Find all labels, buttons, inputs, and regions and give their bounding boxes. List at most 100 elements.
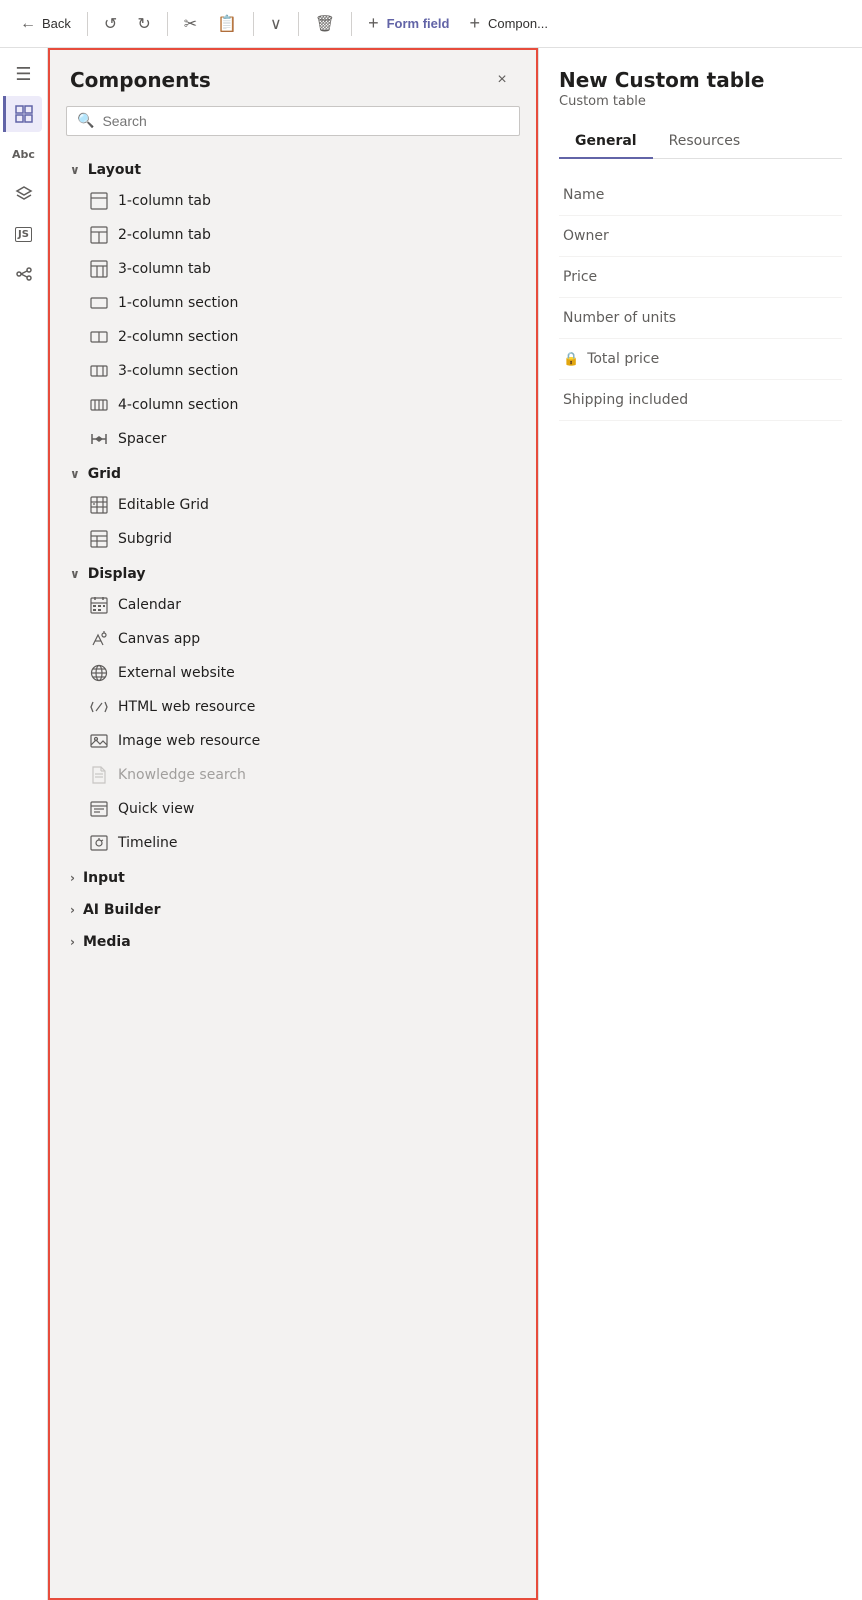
total-price-label: Total price [587, 351, 659, 367]
field-shipping-included: Shipping included [559, 380, 842, 421]
close-icon: × [497, 71, 506, 89]
knowledge-search-icon [90, 766, 108, 784]
toolbar: ← Back ↺ ↻ ✂ 📋 ∨ 🗑 + Form field + Compon… [0, 0, 862, 48]
item-2-column-section[interactable]: 2-column section [58, 320, 528, 354]
undo-icon: ↺ [104, 14, 117, 34]
abc-icon: Abc [12, 148, 35, 161]
dropdown-button[interactable]: ∨ [262, 10, 290, 38]
component-button[interactable]: + Compon... [461, 9, 556, 38]
section-aibuilder-label: AI Builder [83, 902, 161, 918]
grid-icon [15, 105, 33, 123]
quick-view-icon [90, 800, 108, 818]
chevron-down-layout-icon: ∨ [70, 163, 80, 177]
sidebar-grid-view[interactable] [3, 96, 42, 132]
section-layout-header[interactable]: ∨ Layout [58, 152, 528, 184]
plus-icon-1: + [368, 13, 379, 34]
calendar-icon [90, 596, 108, 614]
paste-icon: 📋 [217, 14, 237, 34]
calendar-label: Calendar [118, 597, 181, 613]
chevron-down-icon: ∨ [270, 14, 282, 34]
4-column-section-icon [90, 396, 108, 414]
2-column-tab-icon [90, 226, 108, 244]
delete-icon: 🗑 [315, 14, 335, 34]
chevron-right-input-icon: › [70, 871, 75, 885]
hamburger-icon: ☰ [15, 64, 31, 85]
sidebar-code[interactable]: JS [6, 216, 42, 252]
search-icon: 🔍 [77, 113, 94, 129]
number-of-units-label: Number of units [563, 310, 676, 326]
components-title: Components [70, 68, 211, 92]
item-knowledge-search: Knowledge search [58, 758, 528, 792]
back-button[interactable]: ← Back [12, 11, 79, 37]
redo-button[interactable]: ↻ [129, 10, 158, 38]
editable-grid-icon [90, 496, 108, 514]
item-external-website[interactable]: External website [58, 656, 528, 690]
image-web-resource-label: Image web resource [118, 733, 260, 749]
item-spacer[interactable]: Spacer [58, 422, 528, 456]
3-column-section-icon [90, 362, 108, 380]
delete-button[interactable]: 🗑 [307, 10, 343, 38]
section-input-header[interactable]: › Input [58, 860, 528, 892]
item-canvas-app[interactable]: Canvas app [58, 622, 528, 656]
item-calendar[interactable]: Calendar [58, 588, 528, 622]
section-layout-label: Layout [88, 162, 141, 178]
cut-icon: ✂ [184, 14, 197, 34]
section-display-header[interactable]: ∨ Display [58, 556, 528, 588]
item-quick-view[interactable]: Quick view [58, 792, 528, 826]
separator-1 [87, 12, 88, 36]
left-sidebar: ☰ Abc JS [0, 48, 48, 1600]
editable-grid-label: Editable Grid [118, 497, 209, 513]
tab-general[interactable]: General [559, 125, 653, 159]
subgrid-icon [90, 530, 108, 548]
search-box[interactable]: 🔍 [66, 106, 520, 136]
separator-5 [351, 12, 352, 36]
cut-button[interactable]: ✂ [176, 10, 205, 38]
item-4-column-section[interactable]: 4-column section [58, 388, 528, 422]
redo-icon: ↻ [137, 14, 150, 34]
back-label: Back [42, 16, 71, 31]
item-editable-grid[interactable]: Editable Grid [58, 488, 528, 522]
shipping-included-label: Shipping included [563, 392, 688, 408]
item-subgrid[interactable]: Subgrid [58, 522, 528, 556]
item-1-column-tab[interactable]: 1-column tab [58, 184, 528, 218]
html-icon [90, 698, 108, 716]
section-aibuilder-header[interactable]: › AI Builder [58, 892, 528, 924]
paste-button[interactable]: 📋 [209, 10, 245, 38]
canvas-app-label: Canvas app [118, 631, 200, 647]
item-image-web-resource[interactable]: Image web resource [58, 724, 528, 758]
undo-button[interactable]: ↺ [96, 10, 125, 38]
right-panel: New Custom table Custom table General Re… [538, 48, 862, 1600]
close-button[interactable]: × [488, 66, 516, 94]
section-media-header[interactable]: › Media [58, 924, 528, 956]
2-column-section-icon [90, 328, 108, 346]
1-column-tab-icon [90, 192, 108, 210]
section-grid-header[interactable]: ∨ Grid [58, 456, 528, 488]
form-field-button[interactable]: + Form field [360, 9, 457, 38]
panel-subtitle: Custom table [559, 94, 842, 109]
tab-resources[interactable]: Resources [653, 125, 757, 159]
spacer-icon [90, 430, 108, 448]
timeline-label: Timeline [118, 835, 178, 851]
sidebar-menu-icon[interactable]: ☰ [6, 56, 42, 92]
section-media-label: Media [83, 934, 131, 950]
js-icon: JS [15, 227, 32, 242]
sidebar-layers[interactable] [6, 176, 42, 212]
item-html-web-resource[interactable]: HTML web resource [58, 690, 528, 724]
component-label: Compon... [488, 16, 548, 31]
item-3-column-tab[interactable]: 3-column tab [58, 252, 528, 286]
item-3-column-section[interactable]: 3-column section [58, 354, 528, 388]
chevron-down-display-icon: ∨ [70, 567, 80, 581]
sidebar-connector[interactable] [6, 256, 42, 292]
sidebar-text-field[interactable]: Abc [6, 136, 42, 172]
item-timeline[interactable]: Timeline [58, 826, 528, 860]
search-input[interactable] [102, 113, 509, 129]
item-2-column-tab[interactable]: 2-column tab [58, 218, 528, 252]
components-panel: Components × 🔍 ∨ Layout 1-column tab [48, 48, 538, 1600]
chevron-right-media-icon: › [70, 935, 75, 949]
field-list: Name Owner Price Number of units 🔒 Total… [559, 175, 842, 421]
owner-field-label: Owner [563, 228, 609, 244]
component-list: ∨ Layout 1-column tab 2-column tab 3 [50, 152, 536, 976]
1-column-section-label: 1-column section [118, 295, 238, 311]
main-layout: ☰ Abc JS [0, 48, 862, 1600]
item-1-column-section[interactable]: 1-column section [58, 286, 528, 320]
